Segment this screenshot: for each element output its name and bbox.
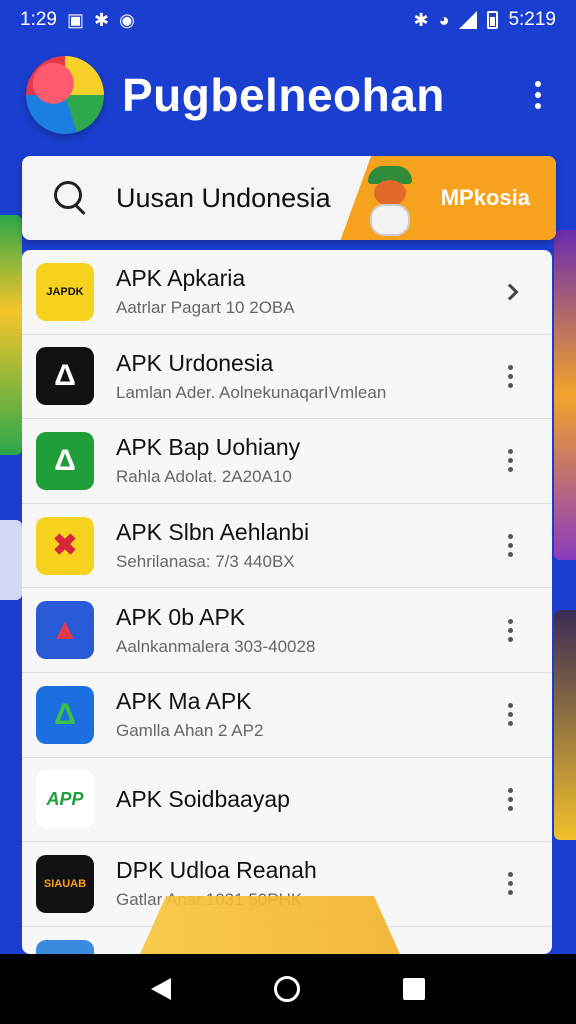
status-bar: 1:29 ▣ ✱ ◉ ✱ ◕ 5:219 (0, 0, 576, 40)
app-icon-label: APP (46, 788, 84, 809)
app-icon[interactable]: SIAUAB (36, 854, 94, 913)
item-subtitle: Aatrlar Pagart 10 2OBA (116, 298, 295, 318)
app-title: Pugbelneohan (122, 69, 445, 121)
search-icon[interactable] (46, 173, 96, 223)
app-icon[interactable]: ▲ (36, 601, 94, 660)
item-subtitle: Sehrilanasa: 7/3 440BX (116, 552, 295, 572)
more-vertical-icon[interactable] (490, 436, 530, 486)
item-text: APK Ma APK Gamlla Ahan 2 AP2 (116, 688, 490, 741)
more-vertical-icon[interactable] (490, 521, 530, 571)
item-subtitle: Rahla Adolat. 2A20A10 (116, 467, 292, 487)
side-decoration-right-lower (554, 610, 576, 840)
item-text: APK Bap Uohiany Rahla Adolat. 2A20A10 (116, 434, 490, 487)
back-triangle-icon[interactable] (151, 978, 172, 1000)
more-vertical-icon[interactable] (490, 690, 530, 740)
item-title: APK Bap Uohiany (116, 434, 301, 461)
item-title: APK Urdonesia (116, 349, 274, 376)
item-title: APK Ma APK (116, 688, 252, 715)
bluetooth-icon: ✱ (94, 9, 110, 30)
list-item[interactable]: Δ APK Ma APK Gamlla Ahan 2 AP2 (22, 673, 552, 758)
app-glyph-icon: Δ (54, 697, 76, 731)
yellow-overlay-decoration (140, 896, 400, 954)
app-icon[interactable]: Δ (36, 347, 94, 406)
chevron-right-icon[interactable] (490, 267, 530, 317)
item-text: APK Apkaria Aatrlar Pagart 10 2OBA (116, 265, 490, 318)
item-subtitle: Aalnkanmalera 303-40028 (116, 636, 316, 656)
app-list: JAPDK APK Apkaria Aatrlar Pagart 10 2OBA Δ A… (22, 250, 552, 954)
more-vertical-icon[interactable] (490, 859, 530, 909)
app-icon-label: JAPDK (46, 285, 84, 298)
navigation-bar (0, 954, 576, 1024)
side-decoration-right (554, 230, 576, 560)
item-title: APK 0b APK (116, 603, 246, 630)
battery-icon (487, 11, 499, 29)
promo-label: MPkosia (440, 185, 530, 210)
item-title: APK Apkaria (116, 265, 246, 292)
app-icon[interactable]: APP (36, 770, 94, 829)
item-title: APK Soidbaayap (116, 785, 290, 812)
home-circle-icon[interactable] (273, 976, 300, 1002)
list-item[interactable]: ✖ APK Slbn Aehlanbi Sehrilanasa: 7/3 440BX (22, 504, 552, 589)
app-icon[interactable]: JAPDK (36, 262, 94, 321)
item-text: APK Soidbaayap (116, 786, 490, 813)
app-icon[interactable]: Δ (36, 431, 94, 490)
status-left: 1:29 ▣ ✱ ◉ (20, 9, 135, 31)
app-bar: Pugbelneohan (0, 40, 576, 150)
app-icon-label: SIAUAB (43, 877, 87, 890)
item-subtitle: Gamlla Ahan 2 AP2 (116, 721, 264, 741)
message-icon: ◉ (119, 9, 135, 30)
list-item[interactable]: Δ APK Urdonesia Lamlan Ader. AolnekunaqarI… (22, 335, 552, 420)
mascot-icon (362, 166, 418, 236)
item-title: APK Slbn Aehlanbi (116, 519, 310, 546)
app-glyph-icon: Δ (54, 359, 76, 393)
item-text: APK Urdonesia Lamlan Ader. AolnekunaqarIV… (116, 350, 490, 403)
item-subtitle: Lamlan Ader. AolnekunaqarIVmlean (116, 382, 387, 402)
more-vertical-icon[interactable] (490, 944, 530, 954)
item-text: APK 0b APK Aalnkanmalera 303-40028 (116, 604, 490, 657)
app-icon[interactable]: Δ (36, 685, 94, 744)
side-decoration-left-lower (0, 520, 22, 600)
notification-icon: ▣ (66, 9, 84, 30)
list-item[interactable]: APP APK Soidbaayap (22, 758, 552, 843)
app-glyph-icon: ✖ (52, 528, 78, 562)
status-right: ✱ ◕ 5:219 (413, 9, 556, 31)
app-glyph-icon: Δ (54, 443, 76, 477)
app-glyph-icon: ▲ (50, 613, 80, 647)
wifi-icon: ◕ (438, 9, 450, 30)
app-icon[interactable]: ✖ (36, 516, 94, 575)
status-right-text: 5:219 (508, 9, 556, 30)
more-vertical-icon[interactable] (518, 65, 558, 125)
item-text: APK Slbn Aehlanbi Sehrilanasa: 7/3 440BX (116, 519, 490, 572)
side-decoration-left (0, 215, 22, 455)
list-item[interactable]: JAPDK APK Apkaria Aatrlar Pagart 10 2OBA (22, 250, 552, 335)
colorful-globe-logo-icon (26, 56, 104, 134)
search-bar[interactable]: Uusan Undonesia MPkosia (22, 156, 556, 240)
item-title: DPK Udloa Reanah (116, 857, 317, 884)
app-icon[interactable]: ↗ (36, 939, 94, 954)
recents-square-icon[interactable] (402, 978, 425, 1000)
more-vertical-icon[interactable] (490, 605, 530, 655)
bluetooth-icon: ✱ (413, 9, 429, 30)
cell-signal-icon (459, 11, 478, 29)
status-time: 1:29 (20, 9, 57, 30)
list-item[interactable]: ▲ APK 0b APK Aalnkanmalera 303-40028 (22, 588, 552, 673)
more-vertical-icon[interactable] (490, 774, 530, 824)
list-item[interactable]: Δ APK Bap Uohiany Rahla Adolat. 2A20A10 (22, 419, 552, 504)
more-vertical-icon[interactable] (490, 351, 530, 401)
